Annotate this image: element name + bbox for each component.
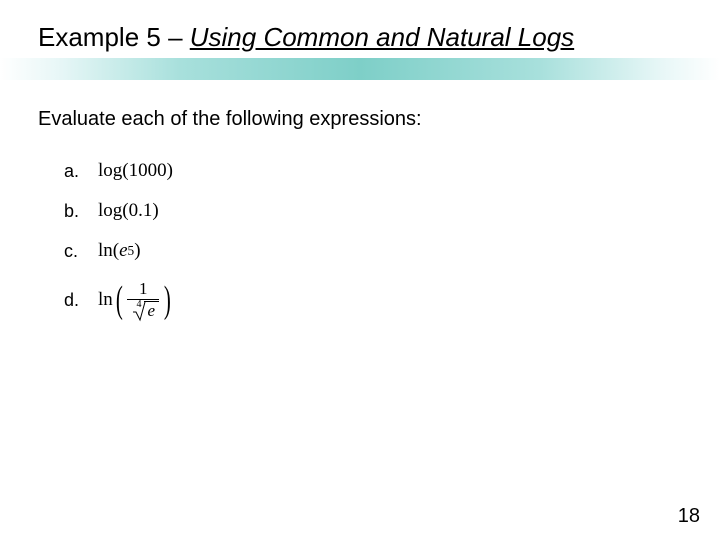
fn-name: ln — [98, 240, 113, 262]
fraction-bar — [127, 299, 159, 300]
fn-arg: 0.1 — [129, 200, 153, 222]
eulers-e: e — [119, 240, 127, 262]
eulers-e: e — [147, 301, 155, 320]
radicand: e — [144, 301, 159, 321]
close-paren-icon: ) — [164, 283, 171, 317]
expression: ln(e5) — [98, 240, 141, 262]
slide-title: Example 5 – Using Common and Natural Log… — [38, 22, 574, 53]
open-paren-icon: ( — [116, 283, 123, 317]
root-index: 4 — [136, 300, 141, 311]
expression: log(0.1) — [98, 200, 159, 222]
fraction: 1 4 e — [127, 280, 159, 321]
fraction-numerator: 1 — [139, 280, 148, 298]
page-number: 18 — [678, 505, 700, 528]
list-item: c. ln(e5) — [64, 240, 174, 262]
item-label: c. — [64, 241, 98, 262]
list-item: b. log(0.1) — [64, 200, 174, 222]
list-item: d. ln ( 1 4 e ) — [64, 280, 174, 321]
list-item: a. log(1000) — [64, 160, 174, 182]
title-prefix: Example 5 – — [38, 22, 190, 52]
fn-name: log — [98, 200, 122, 222]
fn-arg: 1000 — [129, 160, 167, 182]
fn-name: log — [98, 160, 122, 182]
fn-name: ln — [98, 289, 113, 311]
title-banner-gradient — [0, 58, 720, 80]
expression-list: a. log(1000) b. log(0.1) c. ln(e5) d. ln… — [64, 160, 174, 339]
item-label: a. — [64, 161, 98, 182]
title-emphasis: Using Common and Natural Logs — [190, 22, 574, 52]
title-banner: Example 5 – Using Common and Natural Log… — [0, 20, 720, 80]
item-label: d. — [64, 290, 98, 311]
expression: ln ( 1 4 e ) — [98, 280, 174, 321]
expression: log(1000) — [98, 160, 173, 182]
instruction-text: Evaluate each of the following expressio… — [38, 108, 422, 131]
nth-root: 4 e — [129, 301, 159, 321]
item-label: b. — [64, 201, 98, 222]
